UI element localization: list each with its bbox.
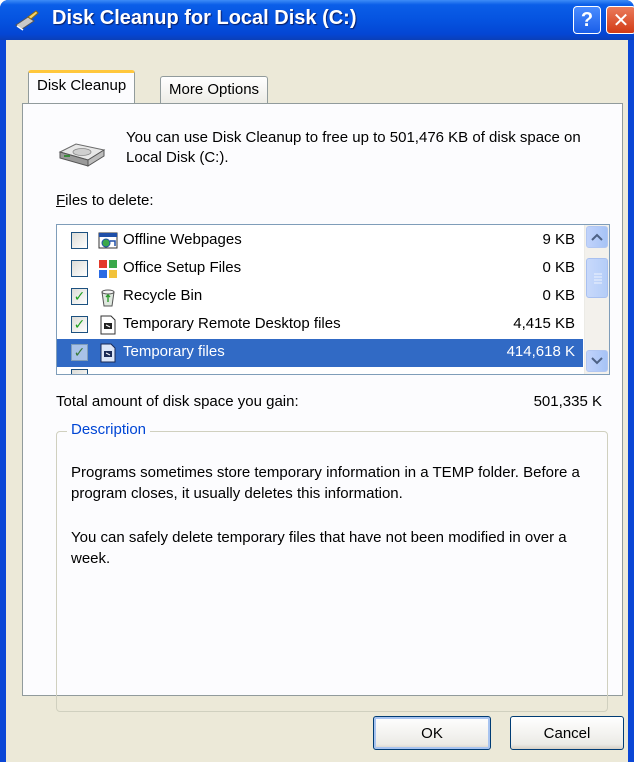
- temporary-files-icon: [100, 343, 116, 363]
- description-text: You can safely delete temporary files th…: [71, 529, 567, 567]
- total-space-value: 501,335 K: [533, 393, 602, 410]
- office-setup-icon: [99, 260, 117, 278]
- file-size: 0 KB: [542, 287, 575, 304]
- remote-desktop-icon: [100, 315, 116, 335]
- file-size: 414,618 K: [506, 343, 575, 360]
- files-to-delete-label: Files to delete:: [56, 192, 154, 209]
- help-icon: ?: [580, 8, 594, 31]
- file-name: Offline Webpages: [123, 231, 242, 248]
- help-button[interactable]: ?: [573, 6, 601, 34]
- close-icon: ✕: [612, 9, 630, 32]
- list-item[interactable]: Office Setup Files 0 KB: [57, 255, 583, 283]
- list-item[interactable]: ✓ Recycle Bin 0 KB: [57, 283, 583, 311]
- tab-more-options[interactable]: More Options: [160, 76, 269, 104]
- info-text: You can use Disk Cleanup to free up to 5…: [126, 129, 581, 166]
- file-name: Temporary Remote Desktop files: [123, 315, 341, 332]
- description-group: Description Programs sometimes store tem…: [56, 421, 608, 712]
- ok-button[interactable]: OK: [373, 716, 491, 750]
- window-title: Disk Cleanup for Local Disk (C:): [52, 7, 357, 29]
- chevron-down-icon: [591, 357, 603, 365]
- scroll-down-button[interactable]: [586, 350, 608, 372]
- list-item[interactable]: ✓ Temporary files 414,618 K: [57, 339, 583, 367]
- offline-webpages-icon: [98, 232, 118, 249]
- cancel-button[interactable]: Cancel: [510, 716, 624, 750]
- file-name: Temporary files: [123, 343, 225, 360]
- hard-drive-icon: [58, 143, 106, 167]
- file-size: 4,415 KB: [513, 315, 575, 332]
- checkbox[interactable]: ✓: [71, 344, 88, 361]
- list-item[interactable]: Offline Webpages 9 KB: [57, 227, 583, 255]
- grip-icon: [594, 273, 602, 284]
- disk-cleanup-icon: [15, 10, 39, 31]
- chevron-up-icon: [591, 233, 603, 241]
- file-size: 9 KB: [542, 231, 575, 248]
- file-name: Recycle Bin: [123, 287, 203, 304]
- recycle-bin-icon: [101, 289, 115, 307]
- scroll-up-button[interactable]: [586, 226, 608, 248]
- close-button[interactable]: ✕: [606, 6, 634, 34]
- list-item[interactable]: ✓ Temporary Remote Desktop files 4,415 K…: [57, 311, 583, 339]
- disk-cleanup-window: Disk Cleanup for Local Disk (C:) ? ✕ Dis…: [0, 0, 634, 762]
- files-list[interactable]: Offline Webpages 9 KB Office Setup Files…: [56, 224, 610, 375]
- tab-disk-cleanup[interactable]: Disk Cleanup: [28, 70, 136, 103]
- description-text: Programs sometimes store temporary infor…: [71, 464, 580, 502]
- checkbox[interactable]: ✓: [71, 316, 88, 333]
- list-item[interactable]: [57, 367, 583, 374]
- description-legend: Description: [67, 421, 151, 438]
- files-list-scrollbar[interactable]: [584, 225, 609, 374]
- total-space-label: Total amount of disk space you gain:: [56, 393, 299, 410]
- checkbox[interactable]: [71, 369, 88, 374]
- file-name: Office Setup Files: [123, 259, 242, 276]
- checkbox[interactable]: [71, 260, 88, 277]
- checkbox[interactable]: [71, 232, 88, 249]
- title-bar[interactable]: Disk Cleanup for Local Disk (C:) ? ✕: [0, 0, 634, 40]
- file-size: 0 KB: [542, 259, 575, 276]
- checkbox[interactable]: ✓: [71, 288, 88, 305]
- dialog-client-area: Disk Cleanup More Options You can use Di…: [6, 40, 628, 762]
- scroll-thumb[interactable]: [586, 258, 608, 298]
